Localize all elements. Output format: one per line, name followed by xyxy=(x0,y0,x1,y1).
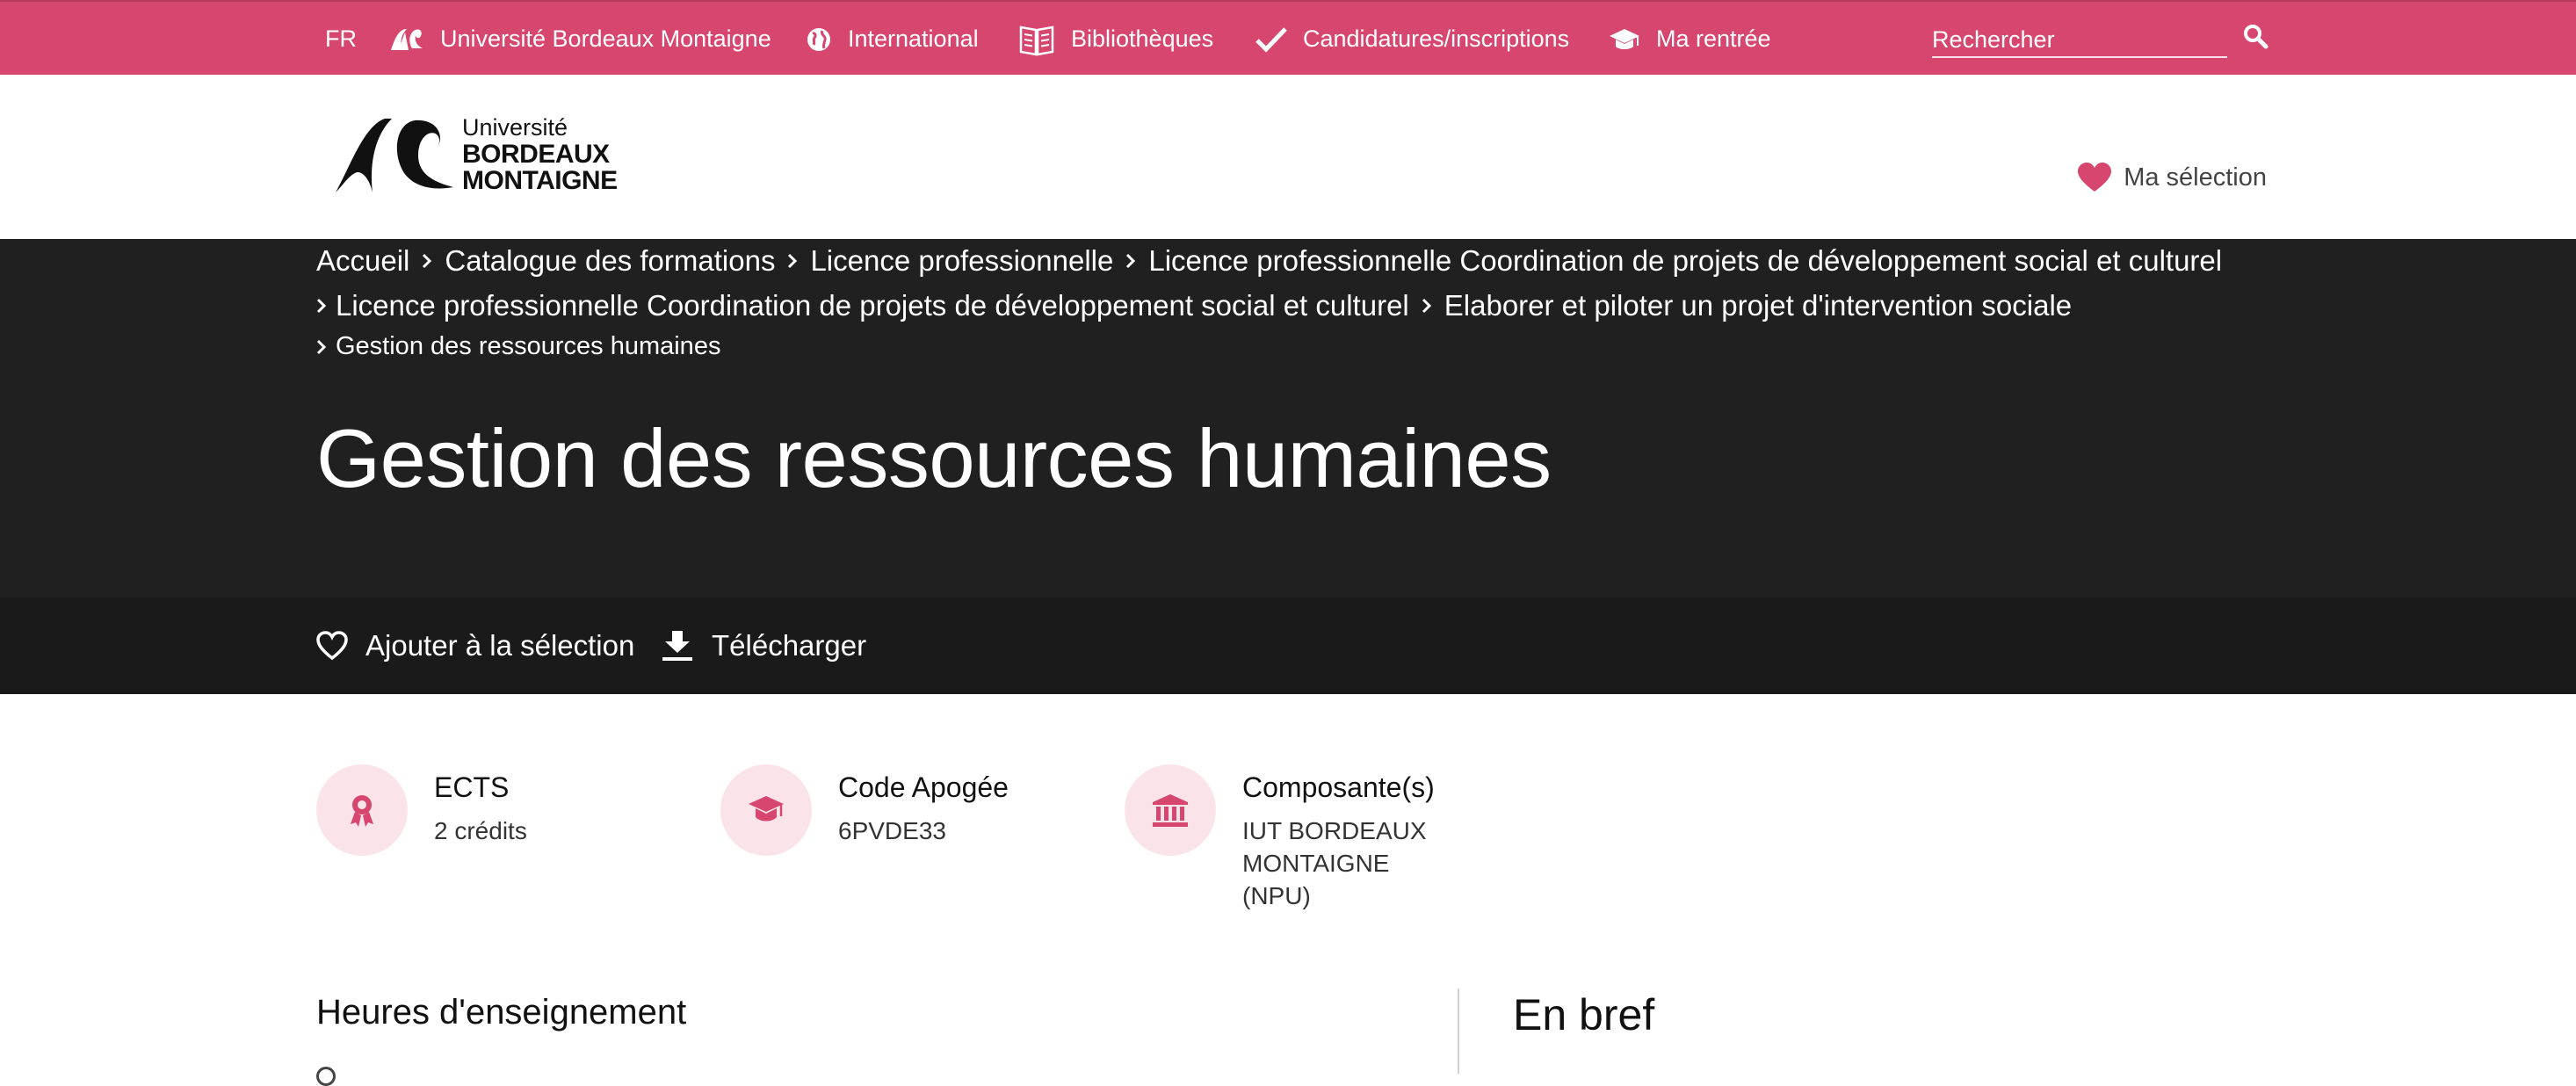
search-input[interactable] xyxy=(1932,19,2227,58)
breadcrumb-item-current: Gestion des ressources humaines xyxy=(336,332,721,360)
action-bar: Ajouter à la sélection Télécharger xyxy=(0,597,2576,694)
check-icon xyxy=(1255,26,1287,53)
heart-icon xyxy=(2078,163,2112,192)
top-bar: FR Université Bordeaux Montaigne Interna… xyxy=(0,0,2576,75)
in-brief-title: En bref xyxy=(1513,990,1655,1039)
chevron-right-icon xyxy=(1422,298,1431,314)
breadcrumb-line-2: Licence professionnelle Coordination de … xyxy=(316,289,2072,322)
chevron-right-icon xyxy=(788,253,798,269)
add-to-selection-button[interactable]: Ajouter à la sélection xyxy=(316,597,634,694)
graduation-cap-icon-circle xyxy=(720,764,812,856)
ubm-logo-icon xyxy=(391,28,423,50)
breadcrumb-item-elaborer[interactable]: Elaborer et piloter un projet d'interven… xyxy=(1444,289,2072,322)
my-selection-link[interactable]: Ma sélection xyxy=(2078,163,2267,192)
breadcrumb-line-1: Accueil Catalogue des formations Licence… xyxy=(316,244,2222,278)
download-button[interactable]: Télécharger xyxy=(661,597,866,694)
logo-text: Université BORDEAUX MONTAIGNE xyxy=(462,113,618,195)
site-logo[interactable]: Université BORDEAUX MONTAIGNE xyxy=(334,115,618,194)
info-title: Code Apogée xyxy=(838,771,1009,803)
link-label: Ma rentrée xyxy=(1656,25,1771,52)
info-value-line: IUT BORDEAUX xyxy=(1242,817,1427,844)
search-button[interactable] xyxy=(2240,21,2270,51)
breadcrumb-line-3: Gestion des ressources humaines xyxy=(316,332,720,361)
graduation-cap-icon xyxy=(749,796,784,822)
link-universite-bordeaux-montaigne[interactable]: Université Bordeaux Montaigne xyxy=(389,2,771,76)
clock-icon xyxy=(316,1067,336,1086)
download-icon xyxy=(662,631,692,661)
institution-icon-circle xyxy=(1125,764,1216,856)
info-title: ECTS xyxy=(434,771,510,803)
logo-line-3: MONTAIGNE xyxy=(462,165,618,195)
logo-line-2: BORDEAUX xyxy=(462,139,610,169)
institution-icon xyxy=(1153,794,1188,827)
breadcrumb-item-licence-coordination-2[interactable]: Licence professionnelle Coordination de … xyxy=(336,289,1409,322)
breadcrumb-item-licence-pro[interactable]: Licence professionnelle xyxy=(810,244,1113,278)
link-label: Bibliothèques xyxy=(1071,25,1214,52)
info-value: IUT BORDEAUX MONTAIGNE (NPU) xyxy=(1242,814,1435,912)
link-international[interactable]: International xyxy=(806,2,979,76)
search-icon xyxy=(2244,25,2268,49)
column-divider xyxy=(1458,988,1459,1074)
language-switch[interactable]: FR xyxy=(325,2,357,76)
breadcrumb-item-accueil[interactable]: Accueil xyxy=(316,244,409,278)
logo-line-1: Université xyxy=(462,113,568,141)
ubm-logo-icon xyxy=(336,119,453,192)
link-label: International xyxy=(848,25,979,52)
info-title: Composante(s) xyxy=(1242,771,1435,803)
award-icon xyxy=(351,795,373,827)
chevron-right-icon xyxy=(1126,253,1136,269)
breadcrumb-item-catalogue[interactable]: Catalogue des formations xyxy=(445,244,775,278)
breadcrumb-item-licence-coordination[interactable]: Licence professionnelle Coordination de … xyxy=(1148,244,2222,278)
download-label: Télécharger xyxy=(712,629,867,662)
globe-icon xyxy=(807,27,830,51)
info-composante: Composante(s) IUT BORDEAUX MONTAIGNE (NP… xyxy=(1125,764,1435,912)
chevron-right-icon xyxy=(316,339,327,354)
heart-outline-icon xyxy=(316,631,348,661)
teaching-hours-title: Heures d'enseignement xyxy=(316,993,687,1032)
site-header: Université BORDEAUX MONTAIGNE Ma sélecti… xyxy=(0,75,2576,239)
info-value-line: MONTAIGNE xyxy=(1242,850,1390,877)
page-hero: Accueil Catalogue des formations Licence… xyxy=(0,239,2576,597)
info-code-apogee: Code Apogée 6PVDE33 xyxy=(720,764,1009,856)
link-bibliotheques[interactable]: Bibliothèques xyxy=(1018,2,1213,76)
page-title: Gestion des ressources humaines xyxy=(316,412,1552,504)
award-icon-circle xyxy=(316,764,408,856)
info-value-line: (NPU) xyxy=(1242,882,1311,909)
my-selection-label: Ma sélection xyxy=(2124,163,2267,192)
link-label: Candidatures/inscriptions xyxy=(1303,25,1570,52)
link-ma-rentree[interactable]: Ma rentrée xyxy=(1609,2,1771,76)
chevron-right-icon xyxy=(316,298,327,314)
graduation-cap-icon xyxy=(1610,28,1639,49)
info-ects: ECTS 2 crédits xyxy=(316,764,527,856)
chevron-right-icon xyxy=(423,253,432,269)
link-candidatures-inscriptions[interactable]: Candidatures/inscriptions xyxy=(1255,2,1569,76)
link-label: Université Bordeaux Montaigne xyxy=(440,25,771,52)
book-icon xyxy=(1019,25,1054,55)
add-to-selection-label: Ajouter à la sélection xyxy=(365,629,635,662)
info-value: 2 crédits xyxy=(434,817,527,844)
info-value: 6PVDE33 xyxy=(838,817,946,844)
